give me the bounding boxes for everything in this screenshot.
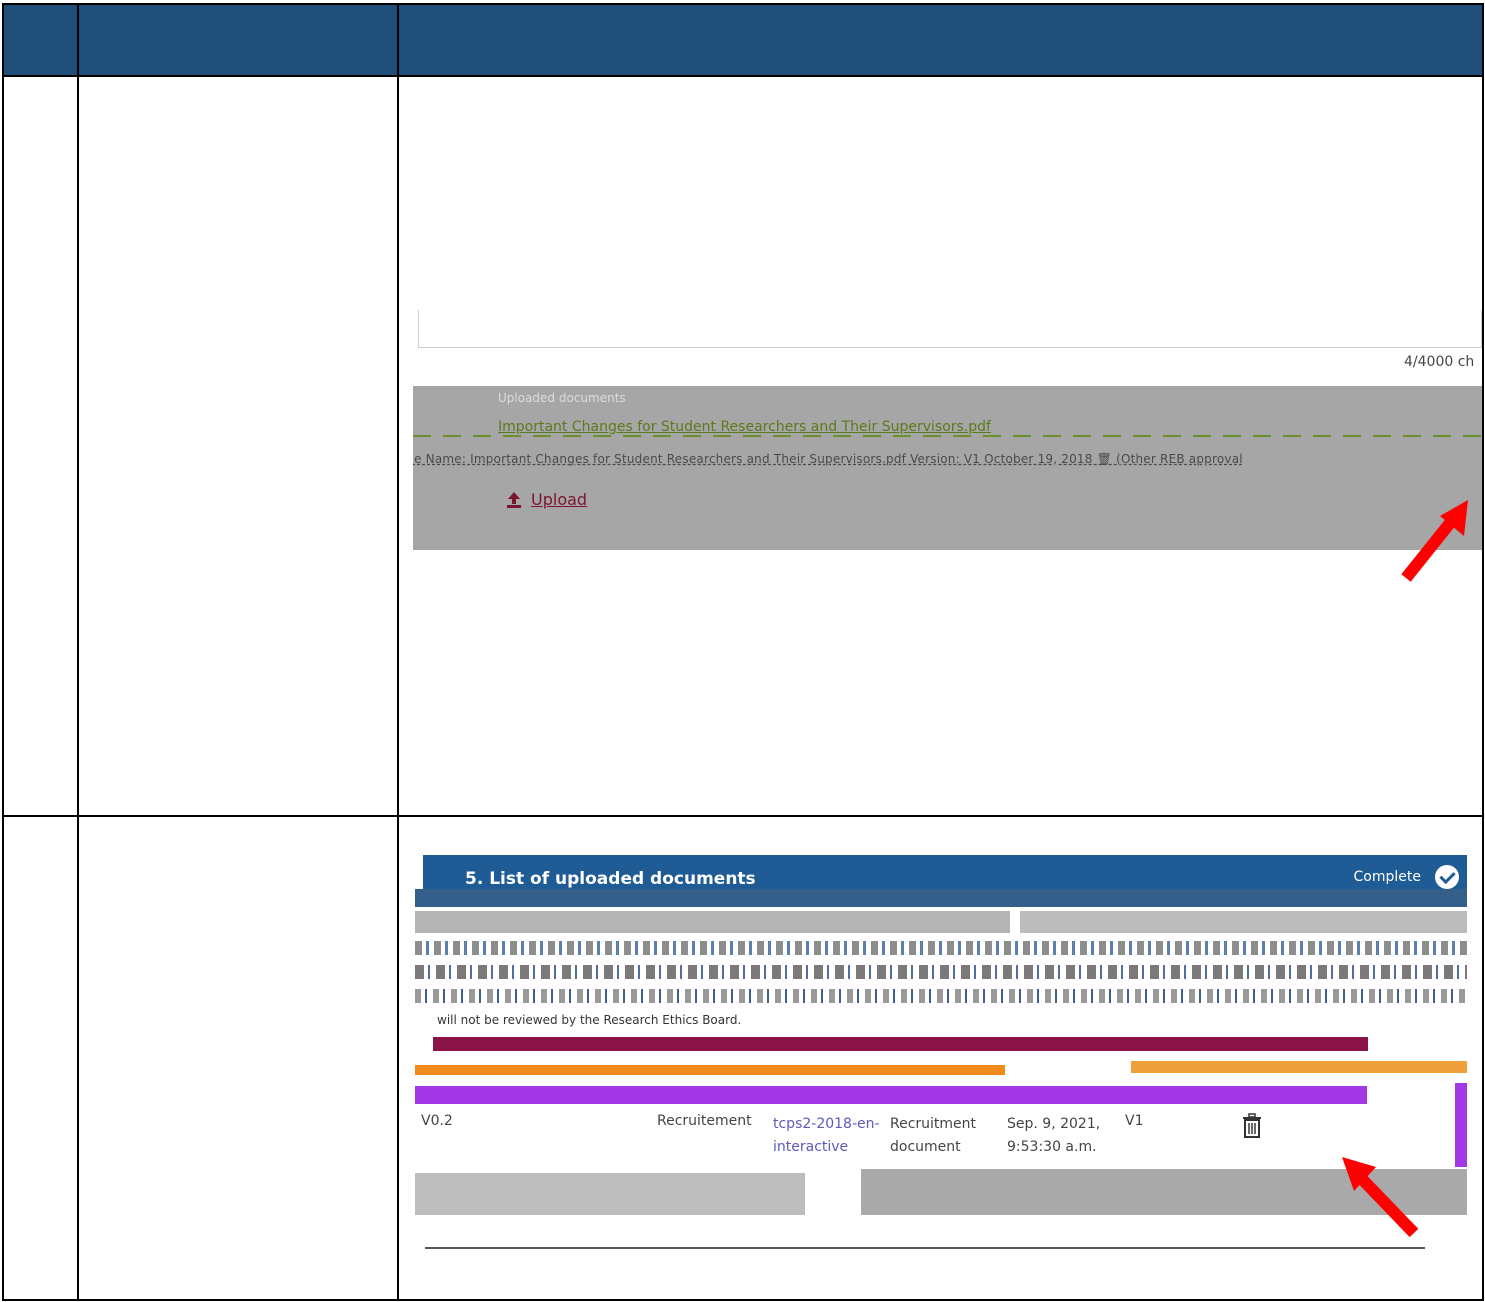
header-artifact-band: [415, 889, 1467, 907]
purple-artifact-bar: [415, 1086, 1367, 1104]
maroon-artifact-bar: [433, 1037, 1368, 1051]
uploaded-file-meta: ile Name: Important Changes for Student …: [413, 452, 1243, 466]
upload-panel: Uploaded documents Important Changes for…: [413, 386, 1482, 550]
table-border-top: [2, 3, 1483, 5]
annotation-arrow-1: [1401, 500, 1468, 582]
uploaded-documents-section: 5. List of uploaded documents Complete w…: [415, 855, 1467, 1265]
row-file-link[interactable]: tcps2-2018-en-interactive: [773, 1113, 883, 1159]
info-text: will not be reviewed by the Research Eth…: [437, 1013, 742, 1027]
table-border-left: [2, 3, 4, 1301]
orange-artifact-bar: [415, 1065, 1005, 1075]
section-status: Complete: [1353, 869, 1421, 885]
row-doc-version: V1: [1125, 1113, 1144, 1129]
trash-icon[interactable]: [1241, 1113, 1263, 1139]
scan-noise-line-1: [415, 941, 1467, 955]
table-row: V0.2 Recruitement tcps2-2018-en-interact…: [415, 1113, 1415, 1169]
scan-noise-line-3: [415, 989, 1467, 1003]
table-border-col2: [397, 3, 399, 1301]
orange-artifact-bar-right: [1131, 1061, 1467, 1073]
purple-artifact-bar-vertical: [1455, 1083, 1467, 1167]
uploaded-file-link[interactable]: Important Changes for Student Researcher…: [498, 419, 991, 435]
character-counter: 4/4000 ch: [1404, 354, 1475, 370]
scan-artifact-line: [413, 435, 1482, 437]
row-type: Recruitement: [657, 1113, 752, 1129]
scan-noise-line-2: [415, 965, 1467, 979]
footer-artifact-grey-left: [415, 1173, 805, 1215]
annotation-arrow-2: [1342, 1157, 1419, 1238]
check-circle-icon: [1435, 865, 1459, 889]
upload-button[interactable]: Upload: [505, 490, 587, 509]
row-date: Sep. 9, 2021, 9:53:30 a.m.: [1007, 1116, 1101, 1155]
footer-artifact-line: [425, 1247, 1425, 1249]
row-version: V0.2: [421, 1113, 453, 1129]
comment-textarea[interactable]: [418, 310, 1482, 348]
grey-artifact-band-right: [1020, 911, 1467, 933]
table-header: [2, 4, 1483, 75]
upload-label: Upload: [531, 490, 588, 509]
upload-icon: [507, 491, 521, 508]
table-border-bottom: [2, 1299, 1483, 1301]
table-border-row1-bottom: [2, 815, 1483, 817]
table-border-right: [1482, 3, 1484, 1301]
section-title: 5. List of uploaded documents: [465, 869, 756, 889]
row-category: Recruitment document: [890, 1116, 977, 1155]
table-border-col1: [77, 3, 79, 1301]
table-border-header-bottom: [2, 75, 1483, 77]
grey-artifact-band-left: [415, 911, 1010, 933]
uploaded-documents-label: Uploaded documents: [498, 391, 626, 405]
